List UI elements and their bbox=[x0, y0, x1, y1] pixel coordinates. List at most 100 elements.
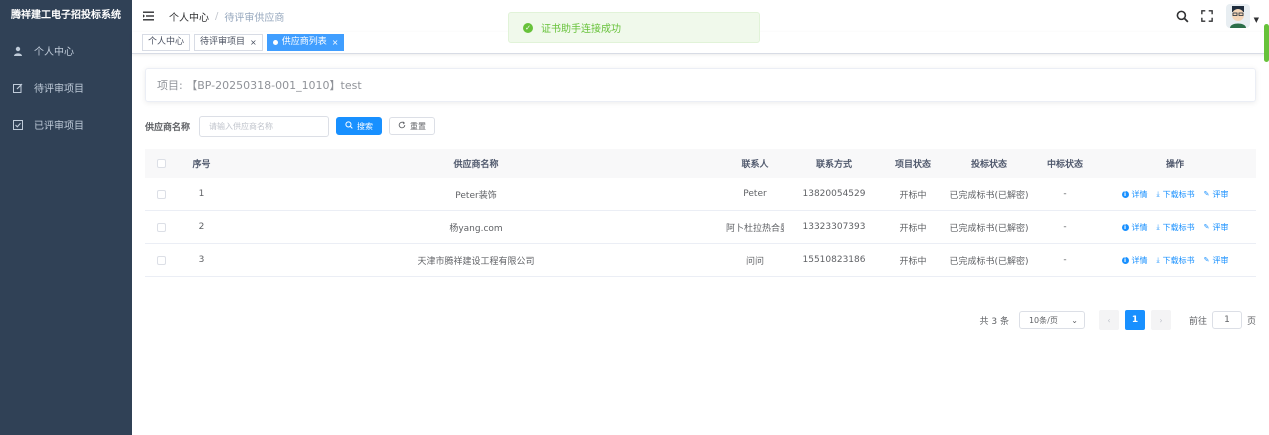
close-icon[interactable]: × bbox=[250, 35, 257, 50]
header-index: 序号 bbox=[192, 160, 211, 170]
detail-link-label: 详情 bbox=[1131, 189, 1148, 199]
table-row: 3 天津市腾祥建设工程有限公司 问问 15510823186 开标中 已完成标书… bbox=[145, 244, 1256, 277]
header-bid-status: 投标状态 bbox=[970, 160, 1007, 170]
hamburger-menu-icon[interactable] bbox=[143, 10, 155, 22]
cell-phone: 13820054529 bbox=[802, 189, 866, 199]
tag-personal-center[interactable]: 个人中心 bbox=[142, 34, 191, 51]
breadcrumb-personal-center[interactable]: 个人中心 bbox=[169, 9, 209, 24]
search-form: 供应商名称 搜索 重置 bbox=[145, 115, 1256, 137]
sidebar-item-label: 个人中心 bbox=[34, 47, 74, 58]
user-icon bbox=[12, 45, 24, 57]
row-checkbox[interactable] bbox=[156, 222, 166, 232]
cell-index: 3 bbox=[198, 255, 205, 265]
cell-contact: 问问 bbox=[745, 256, 764, 267]
sidebar-item-reviewed[interactable]: 已评审项目 bbox=[0, 106, 132, 143]
review-link[interactable]: ✎ 评审 bbox=[1204, 255, 1229, 266]
row-select-cell bbox=[145, 222, 177, 232]
page-size-select[interactable]: 10条/页 ⌄ bbox=[1018, 311, 1085, 329]
detail-link[interactable]: i 详情 bbox=[1121, 222, 1148, 233]
page-suffix-label: 页 bbox=[1246, 316, 1256, 327]
tag-pending-review[interactable]: 待评审项目 × bbox=[194, 34, 263, 51]
tag-supplier-list[interactable]: 供应商列表 × bbox=[266, 34, 345, 51]
detail-link-label: 详情 bbox=[1131, 255, 1148, 265]
header-phone: 联系方式 bbox=[815, 160, 852, 170]
table-row: 2 杨yang.com 阿卜杜拉热合曼 13323307393 开标中 已完成标… bbox=[145, 211, 1256, 244]
cell-bid-status: 已完成标书(已解密) bbox=[949, 190, 1029, 201]
avatar[interactable] bbox=[1225, 4, 1250, 28]
page-size-value: 10条/页 bbox=[1028, 315, 1058, 325]
cell-contact: Peter bbox=[743, 189, 767, 199]
pagination: 共 3 条 10条/页 ⌄ ‹ 1 › 前往 页 bbox=[980, 310, 1256, 330]
edit-icon: ✎ bbox=[1203, 223, 1210, 231]
sidebar: 腾祥建工电子招投标系统 个人中心 待评审项目 已评审项目 bbox=[0, 0, 132, 435]
success-check-icon: ✓ bbox=[523, 22, 533, 33]
edit-icon: ✎ bbox=[1203, 190, 1210, 198]
goto-page-input[interactable] bbox=[1211, 311, 1242, 329]
cell-operations: i 详情 ⤓ 下载标书 ✎ 评审 bbox=[1094, 189, 1256, 200]
breadcrumb-separator: / bbox=[215, 10, 219, 22]
toast-message: 证书助手连接成功 bbox=[541, 24, 621, 35]
header-project-status: 项目状态 bbox=[894, 160, 931, 170]
tag-label: 个人中心 bbox=[148, 37, 185, 47]
header-operations: 操作 bbox=[1165, 160, 1184, 170]
review-link[interactable]: ✎ 评审 bbox=[1204, 189, 1229, 200]
pagination-total: 共 3 条 bbox=[979, 316, 1009, 327]
review-link[interactable]: ✎ 评审 bbox=[1204, 222, 1229, 233]
download-icon: ⤓ bbox=[1156, 222, 1160, 231]
download-link[interactable]: ⤓ 下载标书 bbox=[1157, 222, 1195, 233]
supplier-name-input[interactable] bbox=[199, 115, 329, 137]
cell-index: 2 bbox=[198, 222, 205, 232]
cell-index: 1 bbox=[198, 189, 205, 199]
header-win-status: 中标状态 bbox=[1046, 160, 1083, 170]
cell-win-status: - bbox=[1063, 255, 1067, 265]
cell-operations: i 详情 ⤓ 下载标书 ✎ 评审 bbox=[1094, 255, 1256, 266]
supplier-table: 序号 供应商名称 联系人 联系方式 项目状态 投标状态 中标状态 操作 1 Pe… bbox=[145, 149, 1256, 277]
navbar-right: ▼ bbox=[1176, 0, 1259, 32]
sidebar-item-pending-review[interactable]: 待评审项目 bbox=[0, 69, 132, 106]
chevron-right-icon: › bbox=[1159, 315, 1163, 325]
row-checkbox[interactable] bbox=[156, 255, 166, 265]
edit-icon bbox=[12, 82, 24, 94]
detail-link[interactable]: i 详情 bbox=[1121, 255, 1148, 266]
chevron-down-icon: ⌄ bbox=[1071, 315, 1078, 325]
header-contact: 联系人 bbox=[741, 160, 769, 170]
search-icon bbox=[345, 121, 353, 131]
fullscreen-icon[interactable] bbox=[1200, 9, 1214, 23]
reset-button[interactable]: 重置 bbox=[389, 117, 435, 135]
cell-phone: 15510823186 bbox=[802, 255, 866, 265]
download-link-label: 下载标书 bbox=[1162, 222, 1195, 232]
scrollbar[interactable] bbox=[1264, 24, 1269, 62]
cell-win-status: - bbox=[1063, 189, 1067, 199]
row-checkbox[interactable] bbox=[156, 189, 166, 199]
download-link-label: 下载标书 bbox=[1162, 255, 1195, 265]
page-number-button[interactable]: 1 bbox=[1124, 310, 1145, 330]
download-link[interactable]: ⤓ 下载标书 bbox=[1157, 255, 1195, 266]
close-icon[interactable]: × bbox=[332, 35, 339, 50]
download-icon: ⤓ bbox=[1156, 189, 1160, 198]
caret-down-icon[interactable]: ▼ bbox=[1254, 16, 1259, 24]
search-icon[interactable] bbox=[1176, 9, 1190, 23]
breadcrumb: 个人中心 / 待评审供应商 bbox=[169, 9, 284, 24]
cell-bid-status: 已完成标书(已解密) bbox=[949, 256, 1029, 267]
sidebar-item-label: 已评审项目 bbox=[34, 121, 84, 132]
cell-phone: 13323307393 bbox=[802, 222, 866, 232]
detail-link[interactable]: i 详情 bbox=[1121, 189, 1148, 200]
active-dot-icon bbox=[272, 40, 278, 45]
cell-bid-status: 已完成标书(已解密) bbox=[949, 223, 1029, 234]
next-page-button[interactable]: › bbox=[1150, 310, 1171, 330]
review-link-label: 评审 bbox=[1212, 255, 1229, 265]
row-select-cell bbox=[145, 189, 177, 199]
reset-button-label: 重置 bbox=[410, 121, 426, 131]
supplier-name-label: 供应商名称 bbox=[145, 122, 191, 133]
detail-link-label: 详情 bbox=[1131, 222, 1148, 232]
search-button-label: 搜索 bbox=[357, 121, 373, 131]
info-icon: i bbox=[1121, 256, 1129, 264]
prev-page-button[interactable]: ‹ bbox=[1098, 310, 1119, 330]
sidebar-item-personal-center[interactable]: 个人中心 bbox=[0, 32, 132, 69]
search-button[interactable]: 搜索 bbox=[336, 117, 382, 135]
download-link-label: 下载标书 bbox=[1162, 189, 1195, 199]
cell-project-status: 开标中 bbox=[899, 256, 927, 267]
download-link[interactable]: ⤓ 下载标书 bbox=[1157, 189, 1195, 200]
select-all-checkbox[interactable] bbox=[156, 159, 166, 168]
goto-label: 前往 bbox=[1188, 316, 1207, 327]
